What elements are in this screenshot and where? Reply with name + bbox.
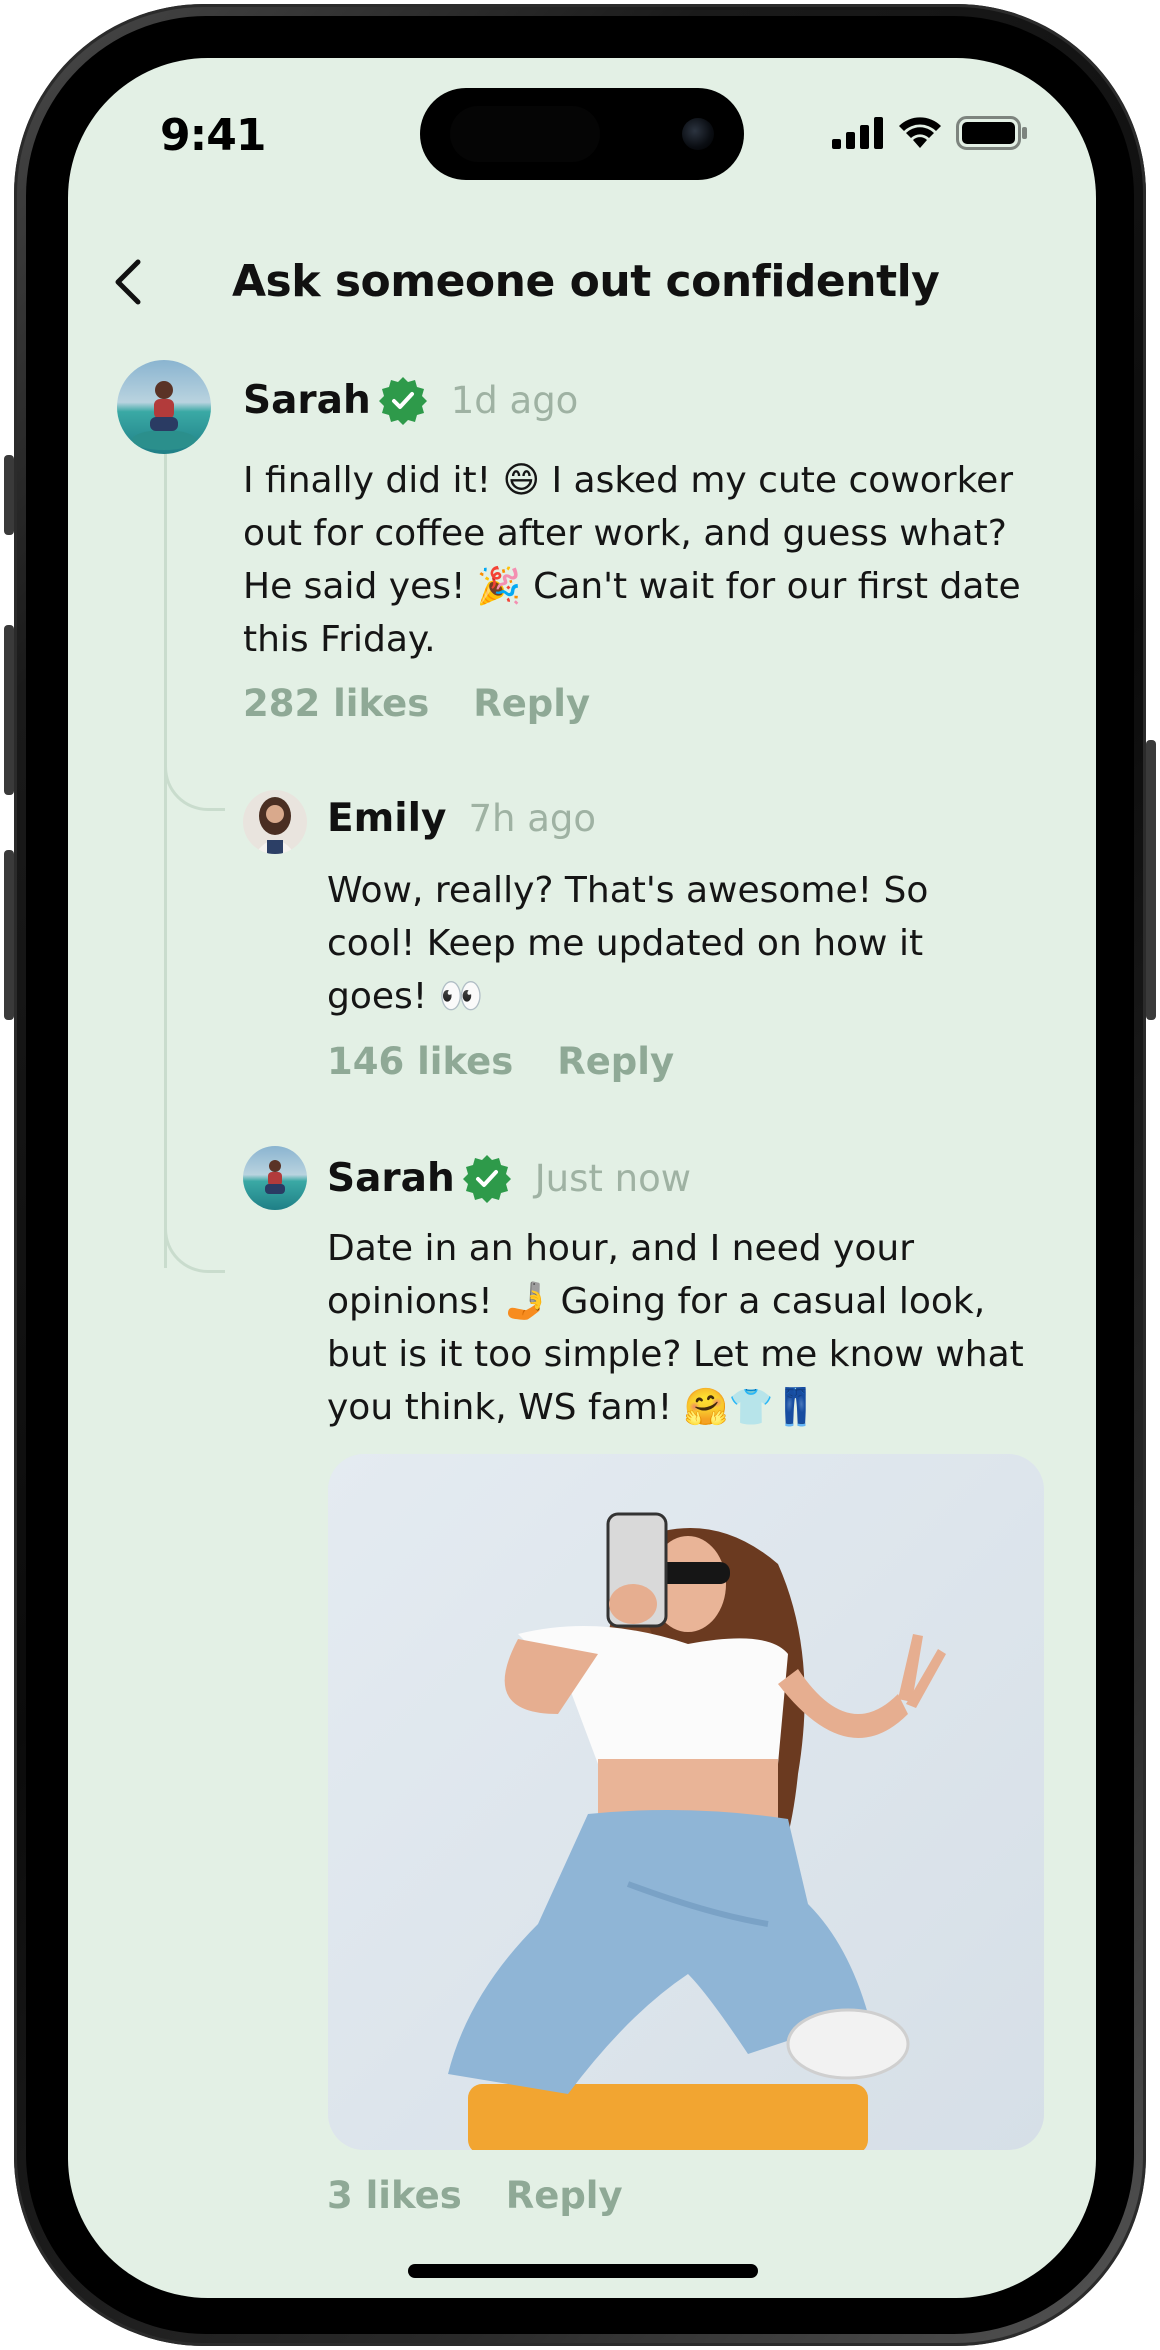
volume-down-button xyxy=(4,850,14,1020)
author-name[interactable]: Emily xyxy=(327,796,446,841)
thread-branch-sarah xyxy=(164,1178,225,1273)
action-button xyxy=(4,455,14,535)
comment-actions: 146 likes Reply xyxy=(327,1040,674,1083)
status-time: 9:41 xyxy=(160,110,266,161)
verified-badge-icon xyxy=(378,377,427,425)
comment-timestamp: 1d ago xyxy=(450,378,579,422)
author-name[interactable]: Sarah xyxy=(327,1156,455,1201)
author-name[interactable]: Sarah xyxy=(243,378,371,423)
like-button[interactable]: 146 likes xyxy=(327,1040,513,1083)
like-button[interactable]: 282 likes xyxy=(243,682,429,725)
thread-branch-emily xyxy=(164,748,225,811)
page-title: Ask someone out confidently xyxy=(232,256,940,307)
comment-actions: 3 likes Reply xyxy=(327,2174,623,2217)
volume-up-button xyxy=(4,625,14,795)
attached-photo[interactable] xyxy=(328,1454,1044,2150)
comment-header: Emily 7h ago xyxy=(327,796,596,841)
reply-button[interactable]: Reply xyxy=(473,682,590,725)
avatar-image xyxy=(243,1146,307,1210)
comment-header: Sarah 1d ago xyxy=(243,374,578,426)
thread-connector xyxy=(164,436,167,856)
avatar-image xyxy=(117,360,211,454)
avatar-image xyxy=(243,790,307,854)
comment-timestamp: Just now xyxy=(534,1156,691,1200)
chevron-left-icon[interactable] xyxy=(98,250,162,314)
status-icons xyxy=(832,116,1028,150)
comment-actions: 282 likes Reply xyxy=(243,682,590,725)
front-camera xyxy=(682,118,714,150)
battery-icon xyxy=(956,116,1027,150)
power-button xyxy=(1146,740,1156,1020)
comment-text: Date in an hour, and I need your opinion… xyxy=(327,1228,1024,1428)
cellular-signal-icon xyxy=(832,117,883,149)
reply-button[interactable]: Reply xyxy=(506,2174,623,2217)
outfit-photo-image xyxy=(328,1454,1044,2150)
comment-header: Sarah Just now xyxy=(327,1152,691,1204)
island-sensor xyxy=(450,106,600,162)
avatar[interactable] xyxy=(243,1146,307,1210)
home-indicator[interactable] xyxy=(408,2264,758,2278)
comment-timestamp: 7h ago xyxy=(468,797,596,840)
avatar[interactable] xyxy=(117,360,211,454)
verified-badge-icon xyxy=(462,1155,511,1203)
app-screen: 9:41 Ask someone out confidently Sarah 1… xyxy=(68,58,1096,2298)
wifi-icon xyxy=(899,117,941,148)
reply-button[interactable]: Reply xyxy=(557,1040,674,1083)
page-header: Ask someone out confidently xyxy=(68,238,1096,328)
comment-text: Wow, really? That's awesome! So cool! Ke… xyxy=(327,870,929,1017)
dynamic-island xyxy=(420,88,744,180)
comment-text: I finally did it! 😄 I asked my cute cowo… xyxy=(243,460,1021,660)
like-button[interactable]: 3 likes xyxy=(327,2174,462,2217)
avatar[interactable] xyxy=(243,790,307,854)
